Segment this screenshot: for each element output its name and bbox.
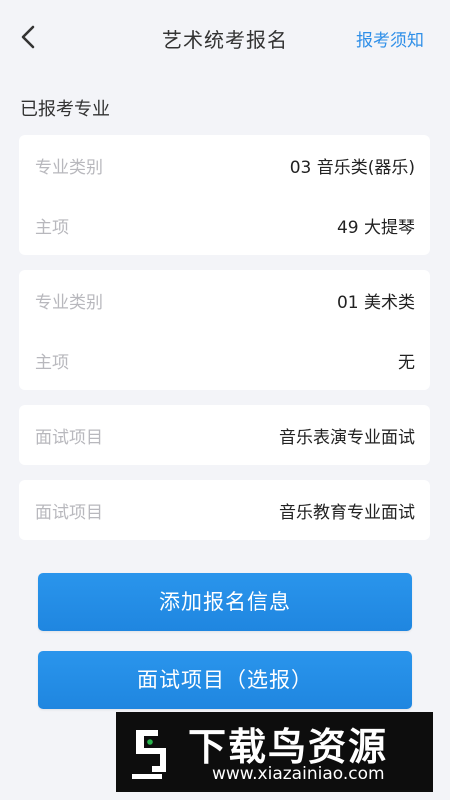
row-value: 03 音乐类(器乐) (289, 158, 415, 178)
app-screen: 艺术统考报名 报考须知 已报考专业 专业类别 03 音乐类(器乐) 主项 49 … (0, 0, 450, 800)
row-value: 无 (398, 353, 415, 373)
header-bar: 艺术统考报名 报考须知 (0, 0, 450, 75)
row-label: 主项 (35, 218, 69, 238)
major-category-row: 专业类别 03 音乐类(器乐) (19, 135, 430, 195)
watermark-banner: 下载鸟资源 www.xiazainiao.com (116, 712, 433, 792)
row-label: 面试项目 (35, 503, 103, 523)
interview-row: 面试项目 音乐表演专业面试 (19, 405, 430, 465)
row-value: 音乐表演专业面试 (279, 428, 415, 448)
interview-card: 面试项目 音乐教育专业面试 (19, 480, 430, 540)
section-title: 已报考专业 (20, 99, 110, 120)
bird-logo-icon (122, 720, 180, 784)
row-label: 面试项目 (35, 428, 103, 448)
interview-row: 面试项目 音乐教育专业面试 (19, 480, 430, 540)
main-item-row: 主项 无 (19, 330, 430, 390)
major-card: 专业类别 03 音乐类(器乐) 主项 49 大提琴 (19, 135, 430, 255)
watermark-title: 下载鸟资源 (188, 725, 389, 769)
major-category-row: 专业类别 01 美术类 (19, 270, 430, 330)
row-label: 专业类别 (35, 158, 103, 178)
main-item-row: 主项 49 大提琴 (19, 195, 430, 255)
row-label: 主项 (35, 353, 69, 373)
interview-card: 面试项目 音乐表演专业面试 (19, 405, 430, 465)
row-value: 音乐教育专业面试 (279, 503, 415, 523)
watermark-url: www.xiazainiao.com (212, 764, 385, 784)
interview-select-button[interactable]: 面试项目（选报） (38, 651, 412, 709)
add-registration-button[interactable]: 添加报名信息 (38, 573, 412, 631)
row-label: 专业类别 (35, 293, 103, 313)
row-value: 49 大提琴 (336, 218, 415, 238)
notice-link[interactable]: 报考须知 (356, 26, 424, 51)
major-card: 专业类别 01 美术类 主项 无 (19, 270, 430, 390)
row-value: 01 美术类 (336, 293, 415, 313)
